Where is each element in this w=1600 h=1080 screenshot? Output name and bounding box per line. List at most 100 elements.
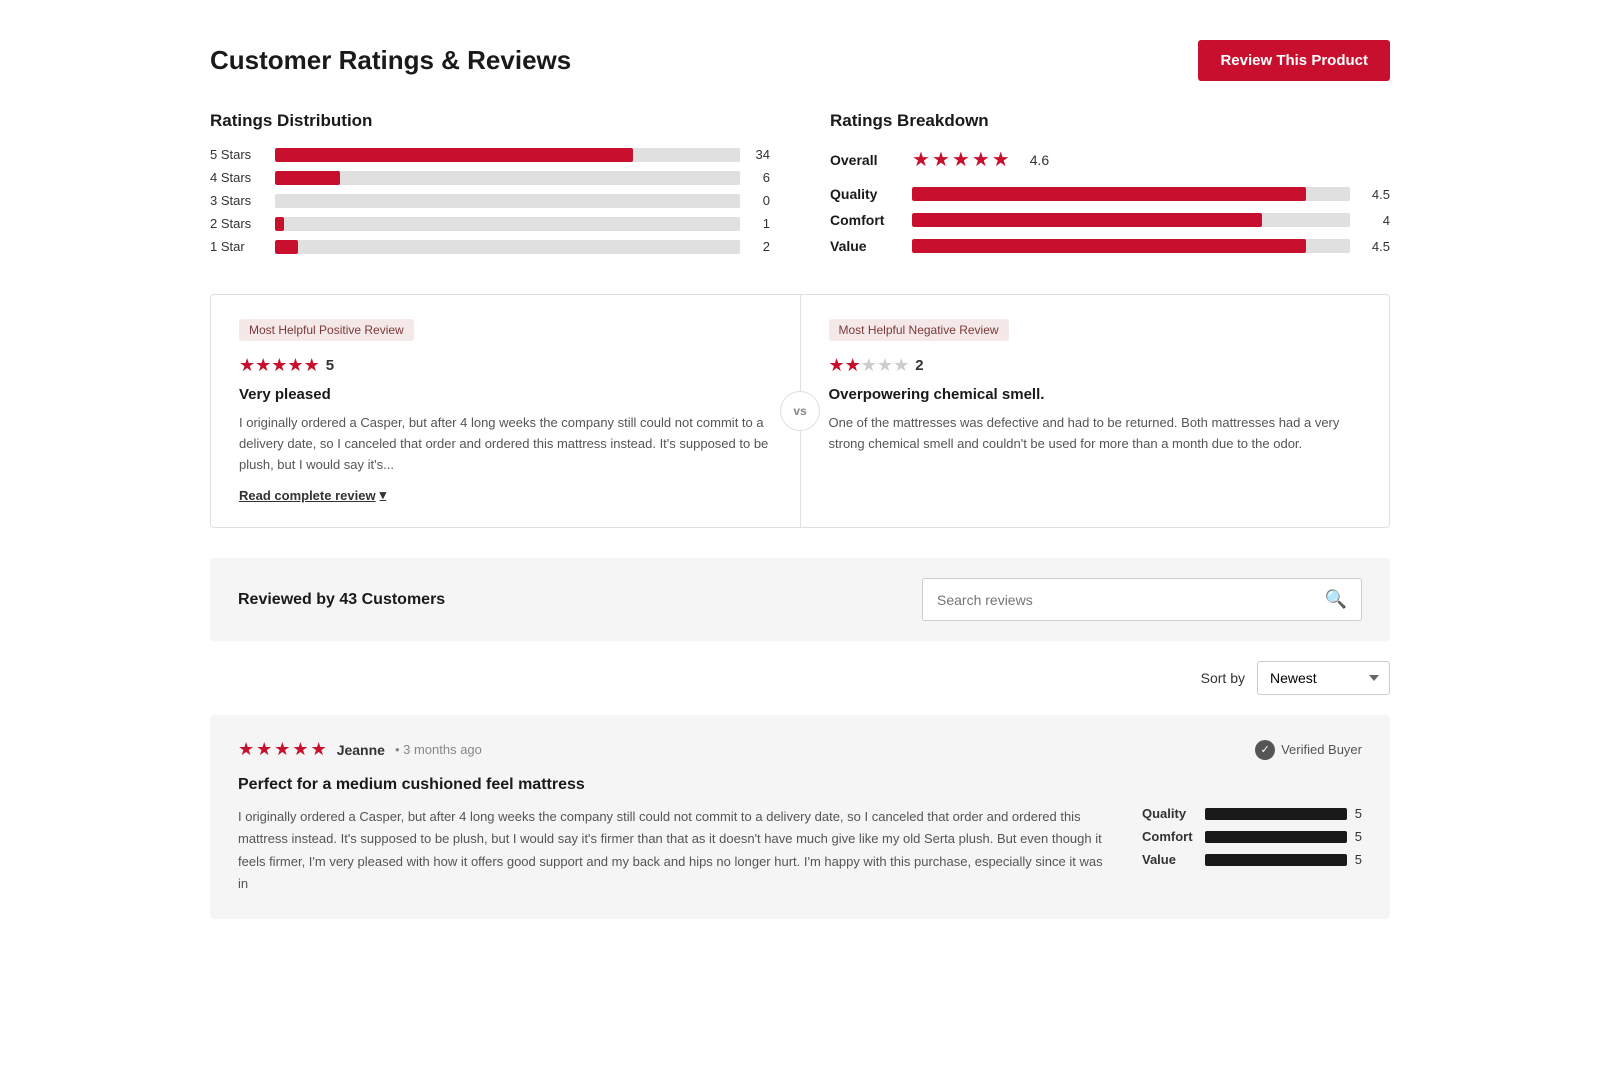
positive-stars: ★★★★★: [239, 355, 320, 376]
dist-count: 6: [750, 170, 770, 185]
breakdown-cat-label: Comfort: [830, 212, 900, 228]
positive-review-title: Very pleased: [239, 386, 772, 403]
mini-rating-label: Value: [1142, 852, 1197, 867]
search-input[interactable]: [923, 582, 1311, 618]
reviewer-stars: ★★★★★: [238, 739, 327, 760]
negative-star-2: ★: [861, 355, 877, 375]
positive-star-4: ★: [304, 355, 320, 375]
verified-badge: ✓ Verified Buyer: [1255, 740, 1362, 760]
dist-label: 3 Stars: [210, 193, 265, 208]
search-box: 🔍: [922, 578, 1362, 621]
negative-star-0: ★: [829, 355, 845, 375]
review-card-title: Perfect for a medium cushioned feel matt…: [238, 776, 1362, 794]
positive-star-0: ★: [239, 355, 255, 375]
dist-bar-bg: [275, 171, 740, 185]
breakdown-bar-bg: [912, 239, 1350, 253]
mini-rating-score: 5: [1355, 829, 1362, 844]
negative-star-3: ★: [877, 355, 893, 375]
reviewer-star-0: ★: [238, 739, 254, 760]
dist-label: 1 Star: [210, 239, 265, 254]
breakdown-bar-fill: [912, 239, 1306, 253]
breakdown-category-row: Quality 4.5: [830, 186, 1390, 202]
dist-bar-bg: [275, 148, 740, 162]
breakdown-cat-score: 4.5: [1362, 239, 1390, 254]
mini-bar-bg: [1205, 808, 1347, 820]
dist-bar-fill: [275, 217, 284, 231]
dist-count: 1: [750, 216, 770, 231]
negative-badge: Most Helpful Negative Review: [829, 319, 1009, 341]
distribution-row: 3 Stars 0: [210, 193, 770, 208]
dist-count: 2: [750, 239, 770, 254]
mini-rating-label: Comfort: [1142, 829, 1197, 844]
reviewer-star-4: ★: [311, 739, 327, 760]
verified-icon: ✓: [1255, 740, 1275, 760]
mini-rating-score: 5: [1355, 852, 1362, 867]
distribution-row: 5 Stars 34: [210, 147, 770, 162]
review-card-body: I originally ordered a Casper, but after…: [238, 806, 1362, 894]
breakdown-category-row: Value 4.5: [830, 238, 1390, 254]
sort-label: Sort by: [1201, 670, 1245, 686]
reviewer-star-3: ★: [292, 739, 308, 760]
review-card-text: I originally ordered a Casper, but after…: [238, 806, 1112, 894]
review-card-ratings: Quality 5 Comfort 5 Value 5: [1142, 806, 1362, 894]
mini-rating-label: Quality: [1142, 806, 1197, 821]
breakdown-title: Ratings Breakdown: [830, 111, 1390, 131]
negative-review-panel: Most Helpful Negative Review ★★★★★ 2 Ove…: [801, 295, 1390, 527]
dist-bar-bg: [275, 240, 740, 254]
breakdown-bar-fill: [912, 213, 1262, 227]
negative-stars: ★★★★★: [829, 355, 910, 376]
breakdown-cat-label: Quality: [830, 186, 900, 202]
vs-label: vs: [780, 391, 820, 431]
reviewer-star-2: ★: [274, 739, 290, 760]
read-complete-review-link[interactable]: Read complete review ▾: [239, 487, 772, 503]
overall-score: 4.6: [1030, 152, 1049, 168]
dist-count: 0: [750, 193, 770, 208]
distribution-row: 4 Stars 6: [210, 170, 770, 185]
positive-badge: Most Helpful Positive Review: [239, 319, 414, 341]
overall-label: Overall: [830, 152, 900, 168]
dist-label: 4 Stars: [210, 170, 265, 185]
positive-star-1: ★: [255, 355, 271, 375]
dist-bar-fill: [275, 148, 633, 162]
dist-label: 5 Stars: [210, 147, 265, 162]
distribution-row: 2 Stars 1: [210, 216, 770, 231]
breakdown-cat-score: 4.5: [1362, 187, 1390, 202]
mini-bar-bg: [1205, 854, 1347, 866]
distribution-row: 1 Star 2: [210, 239, 770, 254]
dist-bar-bg: [275, 217, 740, 231]
search-button[interactable]: 🔍: [1311, 579, 1361, 620]
negative-star-count: 2: [915, 357, 923, 374]
dist-bar-bg: [275, 194, 740, 208]
sort-select[interactable]: NewestOldestHighest RatedLowest RatedMos…: [1257, 661, 1390, 695]
breakdown-cat-label: Value: [830, 238, 900, 254]
reviewer-star-1: ★: [256, 739, 272, 760]
negative-star-4: ★: [893, 355, 909, 375]
negative-review-title: Overpowering chemical smell.: [829, 386, 1362, 403]
breakdown-category-row: Comfort 4: [830, 212, 1390, 228]
positive-star-2: ★: [271, 355, 287, 375]
negative-review-text: One of the mattresses was defective and …: [829, 413, 1362, 455]
reviewer-info: ★★★★★ Jeanne • 3 months ago: [238, 739, 482, 760]
review-card-header: ★★★★★ Jeanne • 3 months ago ✓ Verified B…: [238, 739, 1362, 760]
reviewed-by-count: Reviewed by 43 Customers: [238, 591, 445, 609]
dist-count: 34: [750, 147, 770, 162]
verified-label: Verified Buyer: [1281, 742, 1362, 757]
mini-rating-row: Value 5: [1142, 852, 1362, 867]
mini-bar-bg: [1205, 831, 1347, 843]
distribution-title: Ratings Distribution: [210, 111, 770, 131]
dist-bar-fill: [275, 171, 340, 185]
dist-label: 2 Stars: [210, 216, 265, 231]
review-card: ★★★★★ Jeanne • 3 months ago ✓ Verified B…: [210, 715, 1390, 918]
positive-star-3: ★: [287, 355, 303, 375]
page-title: Customer Ratings & Reviews: [210, 45, 571, 76]
positive-star-count: 5: [326, 357, 334, 374]
overall-stars: ★ ★ ★ ★ ★: [912, 147, 1010, 172]
positive-review-text: I originally ordered a Casper, but after…: [239, 413, 772, 475]
breakdown-cat-score: 4: [1362, 213, 1390, 228]
mini-rating-score: 5: [1355, 806, 1362, 821]
breakdown-bar-bg: [912, 213, 1350, 227]
dist-bar-fill: [275, 240, 298, 254]
mini-rating-row: Comfort 5: [1142, 829, 1362, 844]
reviewer-date: • 3 months ago: [395, 742, 482, 757]
review-product-button[interactable]: Review This Product: [1198, 40, 1390, 81]
